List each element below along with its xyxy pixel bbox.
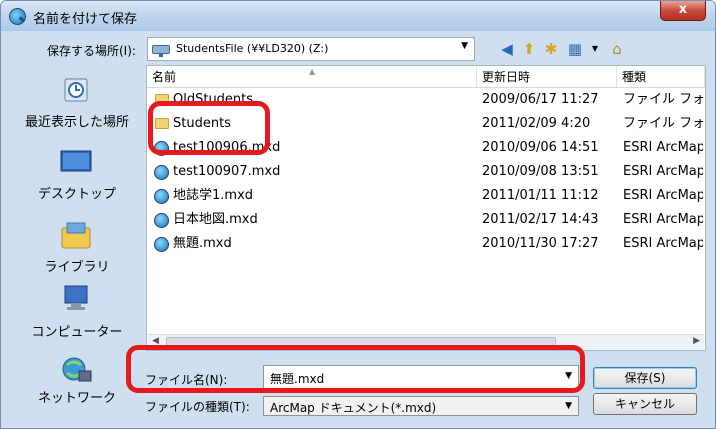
filetype-dropdown[interactable]: ArcMap ドキュメント(*.mxd) ▼ (263, 396, 579, 416)
place-label: デスクトップ (37, 187, 116, 202)
file-list[interactable]: 名前 ▲ 更新日時 種類 OldStudents 2009/06/17 11:2… (146, 65, 706, 351)
file-date: 2011/02/09 4:20 (482, 116, 591, 131)
dropdown-arrow-icon: ▼ (461, 41, 468, 51)
place-label: ネットワーク (37, 391, 116, 406)
file-type: ESRI ArcMap (623, 188, 703, 203)
dropdown-arrow-icon[interactable]: ▼ (565, 371, 572, 381)
scroll-thumb[interactable] (166, 337, 556, 348)
file-type: ESRI ArcMap (623, 212, 703, 227)
network-icon (62, 357, 92, 382)
mxd-icon (154, 237, 169, 252)
mxd-icon (154, 189, 169, 204)
network-drive-icon (152, 45, 170, 57)
file-type: ファイル フォルダー (623, 92, 703, 107)
file-name: test100906.mxd (173, 140, 281, 155)
folder-icon (155, 94, 169, 105)
save-as-dialog: 名前を付けて保存 x 保存する場所(I): StudentsFile (¥¥LD… (0, 0, 716, 429)
up-folder-icon[interactable]: ⬆ (519, 39, 539, 59)
file-row[interactable]: Students 2011/02/09 4:20 ファイル フォルダー (147, 112, 705, 136)
horizontal-scrollbar[interactable]: ◀ ▶ (148, 334, 704, 350)
scroll-right-icon[interactable]: ▶ (693, 336, 700, 346)
desktop-icon (60, 150, 92, 172)
places-bar: 最近表示した場所 デスクトップ ライブラリ コンピューター ネットワーク (13, 65, 141, 415)
file-name: 日本地図.mxd (173, 212, 258, 227)
file-row[interactable]: 地誌学1.mxd 2011/01/11 11:12 ESRI ArcMap (147, 184, 705, 208)
file-date: 2011/01/11 11:12 (482, 188, 599, 203)
file-row[interactable]: 日本地図.mxd 2011/02/17 14:43 ESRI ArcMap (147, 208, 705, 232)
arccatalog-icon[interactable]: ⌂ (607, 39, 627, 59)
column-header-type[interactable]: 種類 (617, 66, 705, 88)
filename-value: 無題.mxd (270, 372, 325, 386)
new-folder-icon[interactable]: ✱ (541, 39, 561, 59)
place-label: コンピューター (31, 325, 123, 340)
mxd-icon (154, 165, 169, 180)
libraries-icon (61, 222, 91, 249)
file-name: Students (173, 116, 231, 131)
file-row[interactable]: OldStudents 2009/06/17 11:27 ファイル フォルダー (147, 88, 705, 112)
location-value: StudentsFile (¥¥LD320) (Z:) (176, 42, 329, 55)
column-header-label: 更新日時 (482, 70, 531, 84)
column-header-label: 名前 (152, 70, 177, 84)
filetype-label: ファイルの種類(T): (145, 400, 250, 414)
column-header-label: 種類 (622, 70, 647, 84)
folder-icon (155, 118, 169, 129)
file-type: ESRI ArcMap (623, 164, 703, 179)
file-name: OldStudents (173, 92, 254, 107)
recent-places-icon (64, 78, 88, 102)
title-bar: 名前を付けて保存 x (1, 1, 715, 31)
view-menu-icon[interactable]: ▦ (565, 39, 585, 59)
mxd-icon (154, 141, 169, 156)
file-row[interactable]: 無題.mxd 2010/11/30 17:27 ESRI ArcMap (147, 232, 705, 256)
dropdown-arrow-icon[interactable]: ▼ (565, 401, 572, 411)
file-row[interactable]: test100906.mxd 2010/09/06 14:51 ESRI Arc… (147, 136, 705, 160)
file-date: 2010/11/30 17:27 (482, 236, 599, 251)
column-header-name[interactable]: 名前 ▲ (147, 66, 477, 88)
place-label: ライブラリ (44, 260, 110, 275)
place-label: 最近表示した場所 (24, 115, 129, 130)
file-date: 2009/06/17 11:27 (482, 92, 599, 107)
file-date: 2010/09/08 13:51 (482, 164, 599, 179)
file-date: 2011/02/17 14:43 (482, 212, 599, 227)
close-button[interactable]: x (660, 1, 706, 21)
file-type: ESRI ArcMap (623, 236, 703, 251)
arcmap-icon (9, 8, 26, 25)
filename-label: ファイル名(N): (145, 373, 228, 387)
file-type: ESRI ArcMap (623, 140, 703, 155)
back-icon[interactable]: ◀ (497, 39, 517, 59)
window-title: 名前を付けて保存 (33, 12, 138, 27)
file-name: 地誌学1.mxd (173, 188, 254, 203)
scroll-left-icon[interactable]: ◀ (152, 336, 159, 346)
mxd-icon (154, 213, 169, 228)
location-label: 保存する場所(I): (47, 44, 136, 58)
filetype-value: ArcMap ドキュメント(*.mxd) (270, 401, 437, 415)
filename-input[interactable]: 無題.mxd ▼ (263, 365, 579, 389)
save-button[interactable]: 保存(S) (593, 367, 697, 389)
computer-icon (64, 285, 88, 310)
view-menu-arrow-icon[interactable]: ▼ (585, 39, 605, 59)
file-type: ファイル フォルダー (623, 116, 703, 131)
file-name: 無題.mxd (173, 236, 232, 251)
column-header-date[interactable]: 更新日時 (477, 66, 617, 88)
file-row[interactable]: test100907.mxd 2010/09/08 13:51 ESRI Arc… (147, 160, 705, 184)
cancel-button[interactable]: キャンセル (593, 393, 697, 415)
sort-arrow-icon: ▲ (309, 67, 316, 76)
file-name: test100907.mxd (173, 164, 281, 179)
location-dropdown[interactable]: StudentsFile (¥¥LD320) (Z:) ▼ (147, 37, 475, 61)
file-date: 2010/09/06 14:51 (482, 140, 599, 155)
